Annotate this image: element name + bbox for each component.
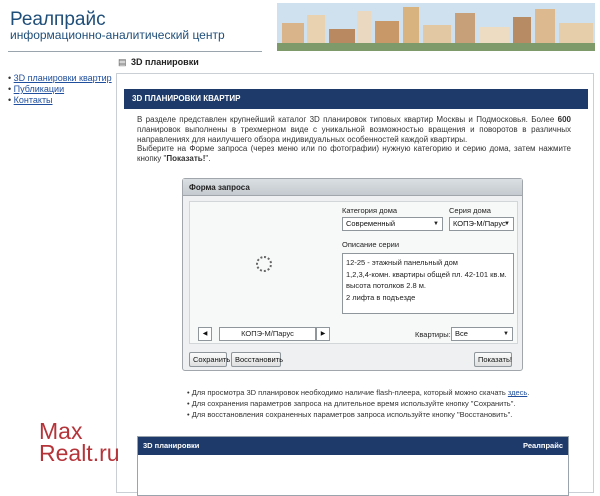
form-title: Форма запроса <box>183 179 522 196</box>
chevron-down-icon: ▼ <box>503 331 509 337</box>
description-line: 1,2,3,4-комн. квартиры общей пл. 42-101 … <box>346 269 507 279</box>
sidebar-link-publications[interactable]: Публикации <box>14 84 64 94</box>
description-line: 12-25 - этажный панельный дом <box>346 258 458 267</box>
apartments-select[interactable]: Все ▼ <box>451 327 513 341</box>
show-button[interactable]: Показать! <box>474 352 512 367</box>
loading-spinner-icon <box>256 256 272 272</box>
panel-title: 3D ПЛАНИРОВКИ КВАРТИР <box>124 89 588 109</box>
intro-paragraph-2: Выберите на Форме запроса (через меню ил… <box>137 144 571 164</box>
breadcrumb-label: 3D планировки <box>131 57 199 67</box>
intro-paragraph-1: В разделе представлен крупнейший каталог… <box>137 115 571 145</box>
tip-save: Для сохранения параметров запроса на дли… <box>187 398 529 409</box>
intro1-text-a: В разделе представлен крупнейший каталог… <box>137 115 558 124</box>
tips-list: Для просмотра 3D планировок необходимо н… <box>187 387 530 420</box>
form-inner: Категория дома Современный ▼ Серия дома … <box>189 201 518 344</box>
tip-flash-end: . <box>527 388 530 397</box>
series-description: 12-25 - этажный панельный дом 1,2,3,4-ко… <box>342 253 514 314</box>
chevron-down-icon: ▼ <box>433 221 439 227</box>
viewer-brand: Реалпрайс <box>523 441 563 450</box>
intro1-text-b: планировок выполнены в трехмерном виде с… <box>137 125 571 144</box>
sidebar-item-3d: 3D планировки квартир <box>8 73 112 84</box>
series-select[interactable]: КОПЭ-М/Парус ▼ <box>449 217 514 231</box>
viewer-header: 3D планировки Реалпрайс <box>138 437 568 455</box>
series-label: Серия дома <box>449 206 491 215</box>
plan-viewer: 3D планировки Реалпрайс <box>137 436 569 496</box>
category-label: Категория дома <box>342 206 398 215</box>
restore-button[interactable]: Восстановить <box>231 352 283 367</box>
apartments-value: Все <box>455 329 468 338</box>
watermark-line-2: Realt.ru <box>39 440 120 466</box>
sidebar-item-publications: Публикации <box>8 84 112 95</box>
sidebar-link-contacts[interactable]: Контакты <box>14 95 53 105</box>
breadcrumb: ▤ 3D планировки <box>118 57 199 68</box>
description-label: Описание серии <box>342 240 400 249</box>
chevron-down-icon: ▼ <box>504 221 510 227</box>
intro1-bold: 600 <box>557 115 571 124</box>
page-icon: ▤ <box>118 57 127 67</box>
main-panel: 3D ПЛАНИРОВКИ КВАРТИР В разделе представ… <box>116 73 594 496</box>
header-city-image <box>277 3 595 51</box>
prev-series-button[interactable]: ◀ <box>198 327 212 341</box>
header-divider <box>8 51 262 52</box>
tip-flash: Для просмотра 3D планировок необходимо н… <box>187 387 530 398</box>
next-series-button[interactable]: ▶ <box>316 327 330 341</box>
category-select[interactable]: Современный ▼ <box>342 217 443 231</box>
description-line: высота потолков 2.8 м. <box>346 281 426 290</box>
category-value: Современный <box>346 219 396 228</box>
site-subtitle: информационно-аналитический центр <box>10 28 225 42</box>
request-form: Форма запроса Категория дома Современный… <box>182 178 523 371</box>
intro2-bold: Показать! <box>166 154 206 163</box>
sidebar-nav: 3D планировки квартир Публикации Контакт… <box>8 73 112 106</box>
tip-restore: Для восстановления сохраненных параметро… <box>187 409 529 420</box>
viewer-title: 3D планировки <box>143 441 200 450</box>
save-button[interactable]: Сохранить <box>189 352 230 367</box>
apartments-label: Квартиры: <box>415 330 451 339</box>
series-value: КОПЭ-М/Парус <box>453 219 506 228</box>
current-series-display: КОПЭ-М/Парус <box>219 327 316 341</box>
watermark-logo: Max Realt.ru <box>39 420 120 466</box>
tip-flash-text: Для просмотра 3D планировок необходимо н… <box>191 388 508 397</box>
sidebar-link-3d[interactable]: 3D планировки квартир <box>14 73 112 83</box>
sidebar-item-contacts: Контакты <box>8 95 112 106</box>
description-line: 2 лифта в подъезде <box>346 292 416 302</box>
intro2-text-b: ". <box>205 154 211 163</box>
flash-download-link[interactable]: здесь <box>508 388 527 397</box>
